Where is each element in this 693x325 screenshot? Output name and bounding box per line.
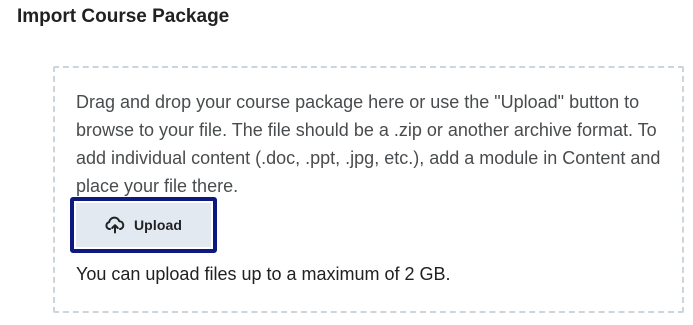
page-title: Import Course Package (17, 6, 230, 27)
cloud-upload-icon (105, 216, 125, 234)
upload-button[interactable]: Upload (70, 197, 217, 253)
file-dropzone[interactable]: Drag and drop your course package here o… (53, 66, 684, 313)
import-course-package-page: Import Course Package Drag and drop your… (0, 0, 693, 325)
upload-button-label: Upload (133, 217, 183, 233)
upload-size-limit: You can upload files up to a maximum of … (76, 264, 451, 284)
dropzone-instructions: Drag and drop your course package here o… (76, 92, 661, 196)
